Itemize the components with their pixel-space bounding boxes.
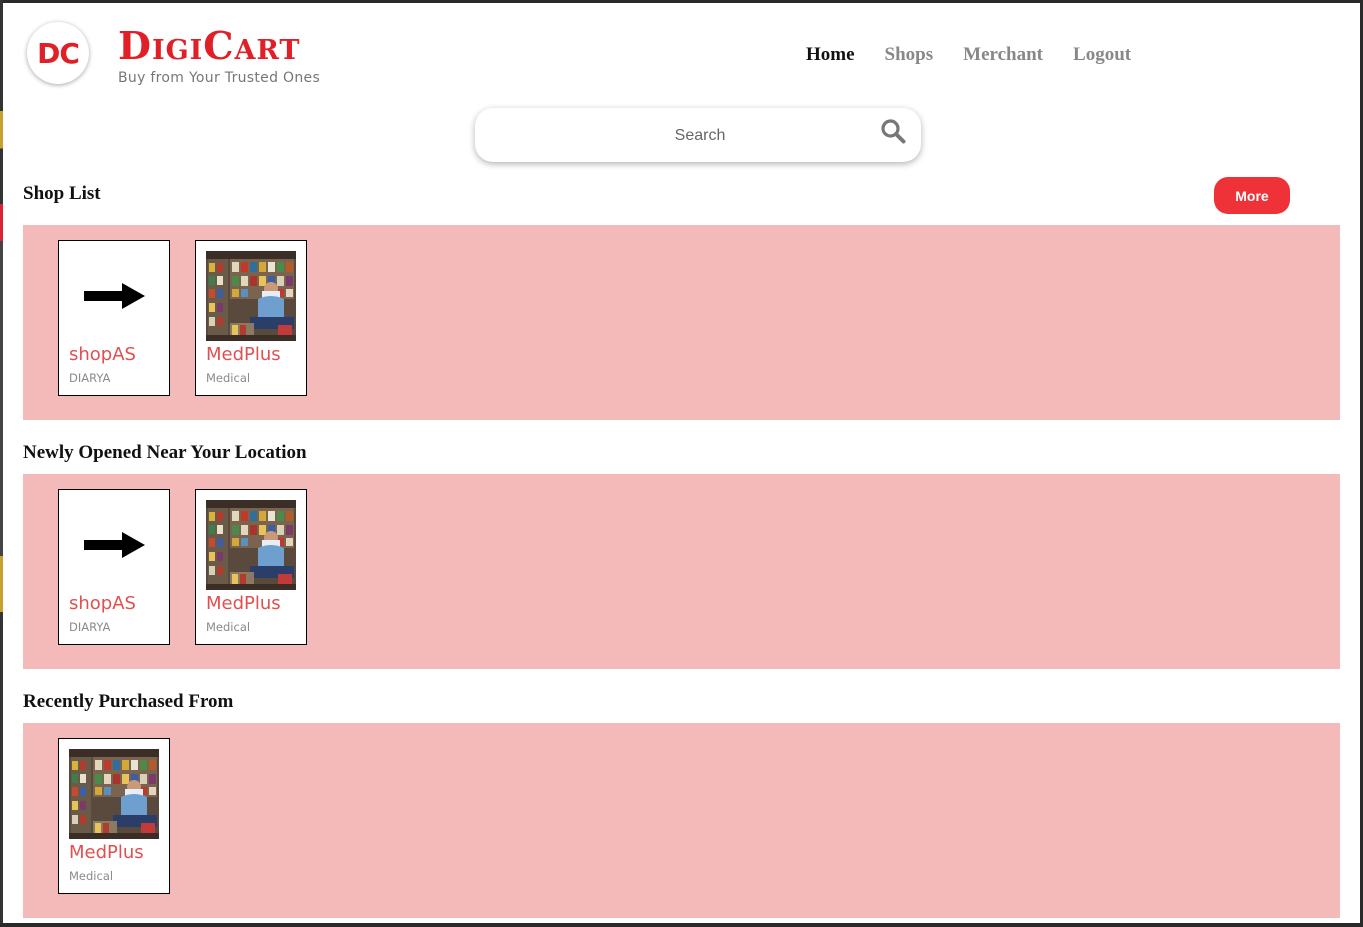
arrow-right-icon [69,500,159,590]
main-nav: Home Shops Merchant Logout [806,44,1131,66]
shop-category: DIARYA [69,620,111,634]
brand-tagline: Buy from Your Trusted Ones [118,70,321,86]
shop-name[interactable]: MedPlus [69,842,144,863]
shop-card-medplus[interactable]: MedPlus Medical [195,489,307,645]
recently-purchased-shelf: MedPlus Medical [23,723,1340,918]
shop-category: Medical [206,371,251,385]
nav-shops[interactable]: Shops [885,44,934,66]
search-icon[interactable] [880,118,906,144]
search-bar [475,108,921,164]
shop-name[interactable]: MedPlus [206,593,281,614]
more-button[interactable]: More [1214,177,1290,214]
shop-name[interactable]: MedPlus [206,344,281,365]
store-photo [206,500,296,590]
shop-list-shelf: shopAS DIARYA MedPlus Medical [23,225,1340,420]
nav-merchant[interactable]: Merchant [963,44,1043,66]
window-left-edge [0,0,3,927]
nav-logout[interactable]: Logout [1073,44,1131,66]
arrow-right-icon [69,251,159,341]
nav-home[interactable]: Home [806,44,855,66]
section-title-shop-list: Shop List [23,183,101,204]
brand-name[interactable]: DigiCart [118,26,301,66]
window-top-border [0,0,1363,3]
shop-name[interactable]: shopAS [69,344,136,365]
shop-card-shopas[interactable]: shopAS DIARYA [58,240,170,396]
newly-opened-shelf: shopAS DIARYA MedPlus Medical [23,474,1340,669]
logo-badge[interactable]: DC [27,22,89,84]
shop-card-medplus[interactable]: MedPlus Medical [58,738,170,894]
shop-category: DIARYA [69,371,111,385]
store-photo [69,749,159,839]
store-photo [206,251,296,341]
shop-card-shopas[interactable]: shopAS DIARYA [58,489,170,645]
section-title-recently-purchased: Recently Purchased From [23,691,234,712]
window-bottom-border [0,923,1363,927]
shop-name[interactable]: shopAS [69,593,136,614]
shop-category: Medical [69,869,114,883]
shop-card-medplus[interactable]: MedPlus Medical [195,240,307,396]
search-input[interactable] [485,108,915,164]
section-title-newly-opened: Newly Opened Near Your Location [23,442,307,463]
shop-category: Medical [206,620,251,634]
